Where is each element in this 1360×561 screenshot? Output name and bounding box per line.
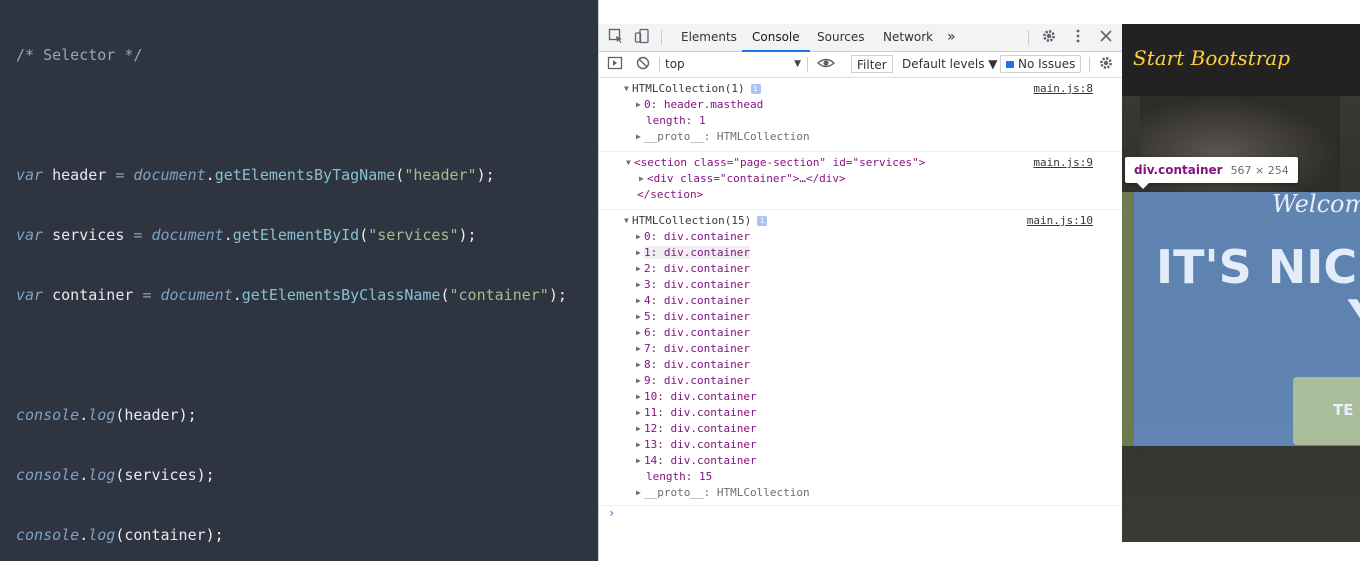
more-tabs-icon[interactable]: » (945, 24, 958, 51)
hero-button[interactable]: TE (1293, 377, 1360, 445)
navbar: Start Bootstrap (1122, 24, 1360, 96)
list-item-label: 0: div.container (644, 230, 750, 243)
code-comment: /* Selector */ (16, 46, 143, 64)
list-item[interactable]: ▶ 13: div.container (599, 437, 1123, 453)
expand-triangle-icon: ▶ (636, 328, 641, 337)
issues-button[interactable]: No Issues (1000, 55, 1082, 73)
code-line-log-services: console.log(services); (16, 466, 215, 484)
list-item[interactable]: ▶ 6: div.container (599, 325, 1123, 341)
list-item[interactable]: ▶ 4: div.container (599, 293, 1123, 309)
page-preview: Start Bootstrap Welcome IT'S NIC Y TE (1122, 0, 1360, 561)
expand-triangle-icon: ▶ (636, 392, 641, 401)
live-expression-eye-icon[interactable] (816, 55, 836, 73)
context-selector[interactable]: top ▼ (665, 55, 801, 73)
list-item-label: 13: div.container (644, 438, 757, 451)
list-item-label: 7: div.container (644, 342, 750, 355)
expand-triangle-icon: ▶ (636, 232, 641, 241)
hero-heading-line2: Y (1348, 290, 1360, 344)
list-item[interactable]: ▶ 10: div.container (599, 389, 1123, 405)
issues-icon (1006, 61, 1014, 68)
code-line-log-container: console.log(container); (16, 526, 224, 544)
code-content[interactable]: /* Selector */ var header = document.get… (16, 5, 567, 561)
expand-triangle-icon: ▶ (636, 296, 641, 305)
console-toolbar: top ▼ Filter Default levels ▼ No Issues (599, 52, 1123, 78)
list-item[interactable]: ▶ 11: div.container (599, 405, 1123, 421)
brand-logo[interactable]: Start Bootstrap (1133, 46, 1290, 70)
devtools-panel: Elements Console Sources Network » top ▼ (598, 0, 1123, 561)
list-item-label: 5: div.container (644, 310, 750, 323)
console-message: main.js:8 ▼ HTMLCollection(1) i ▶ 0: header… (599, 78, 1123, 152)
expand-triangle-icon: ▶ (636, 440, 641, 449)
tab-elements[interactable]: Elements (679, 24, 739, 51)
console-message: main.js:9 ▼ <section class="page-section"… (599, 152, 1123, 210)
expand-triangle-icon: ▶ (636, 344, 641, 353)
list-item-label: 2: div.container (644, 262, 750, 275)
expand-triangle-icon: ▶ (636, 360, 641, 369)
info-icon: i (750, 84, 761, 94)
code-line-log-header: console.log(header); (16, 406, 197, 424)
console-settings-gear-icon[interactable] (1097, 55, 1115, 73)
list-item[interactable]: ▶ 2: div.container (599, 261, 1123, 277)
console-message: main.js:10 ▼ HTMLCollection(15) i ▶ 0: div.… (599, 210, 1123, 506)
chevron-down-icon: ▼ (794, 59, 801, 69)
inspect-element-icon[interactable] (607, 28, 625, 46)
list-item[interactable]: ▶ 8: div.container (599, 357, 1123, 373)
expand-triangle-icon: ▶ (636, 408, 641, 417)
list-item-label: 12: div.container (644, 422, 757, 435)
code-line-header: var header = document.getElementsByTagNa… (16, 166, 495, 184)
list-item-label: 6: div.container (644, 326, 750, 339)
list-item[interactable]: ▶ 7: div.container (599, 341, 1123, 357)
list-item[interactable]: ▶ 9: div.container (599, 373, 1123, 389)
expand-triangle-icon: ▶ (636, 264, 641, 273)
more-options-icon[interactable] (1069, 28, 1087, 46)
console-output: main.js:8 ▼ HTMLCollection(1) i ▶ 0: header… (599, 78, 1123, 520)
list-item[interactable]: ▶ 12: div.container (599, 421, 1123, 437)
list-item-label: 10: div.container (644, 390, 757, 403)
expand-triangle-icon: ▶ (636, 280, 641, 289)
list-item[interactable]: ▶ 3: div.container (599, 277, 1123, 293)
log-levels-dropdown[interactable]: Default levels ▼ (902, 55, 998, 73)
list-item-label: 1: div.container (644, 246, 750, 259)
list-item-label: 9: div.container (644, 374, 750, 387)
code-editor[interactable]: /* Selector */ var header = document.get… (0, 0, 598, 561)
tab-console[interactable]: Console (742, 24, 810, 52)
element-tooltip: div.container 567 × 254 (1125, 157, 1298, 189)
list-item-label: 14: div.container (644, 454, 757, 467)
list-item-label: 8: div.container (644, 358, 750, 371)
devtools-tabbar: Elements Console Sources Network » (599, 24, 1123, 52)
code-line-container: var container = document.getElementsByCl… (16, 286, 567, 304)
list-item-label: 3: div.container (644, 278, 750, 291)
filter-input[interactable]: Filter (851, 55, 893, 73)
device-toolbar-icon[interactable] (633, 28, 651, 46)
clear-console-icon[interactable] (634, 55, 652, 73)
expand-triangle-icon: ▶ (636, 248, 641, 257)
settings-gear-icon[interactable] (1040, 28, 1058, 46)
expand-triangle-icon: ▶ (636, 376, 641, 385)
expand-triangle-icon: ▶ (636, 456, 641, 465)
expand-triangle-icon: ▶ (636, 424, 641, 433)
list-item-label: 11: div.container (644, 406, 757, 419)
sidebar-toggle-icon[interactable] (606, 55, 624, 73)
info-icon: i (757, 216, 768, 226)
list-item[interactable]: ▶ 0: div.container (599, 229, 1123, 245)
console-prompt[interactable]: › (608, 506, 615, 524)
expand-triangle-icon: ▶ (636, 312, 641, 321)
tab-sources[interactable]: Sources (815, 24, 866, 51)
code-line-services: var services = document.getElementById("… (16, 226, 477, 244)
list-item-label: 4: div.container (644, 294, 750, 307)
hero-heading: IT'S NIC (1156, 240, 1358, 294)
list-item[interactable]: ▶ 1: div.container (599, 245, 1123, 261)
list-item[interactable]: ▶ 5: div.container (599, 309, 1123, 325)
list-item[interactable]: ▶ 14: div.container (599, 453, 1123, 469)
tab-network[interactable]: Network (881, 24, 935, 51)
close-icon[interactable] (1097, 28, 1115, 46)
hero-subheading: Welcome (1272, 190, 1360, 218)
